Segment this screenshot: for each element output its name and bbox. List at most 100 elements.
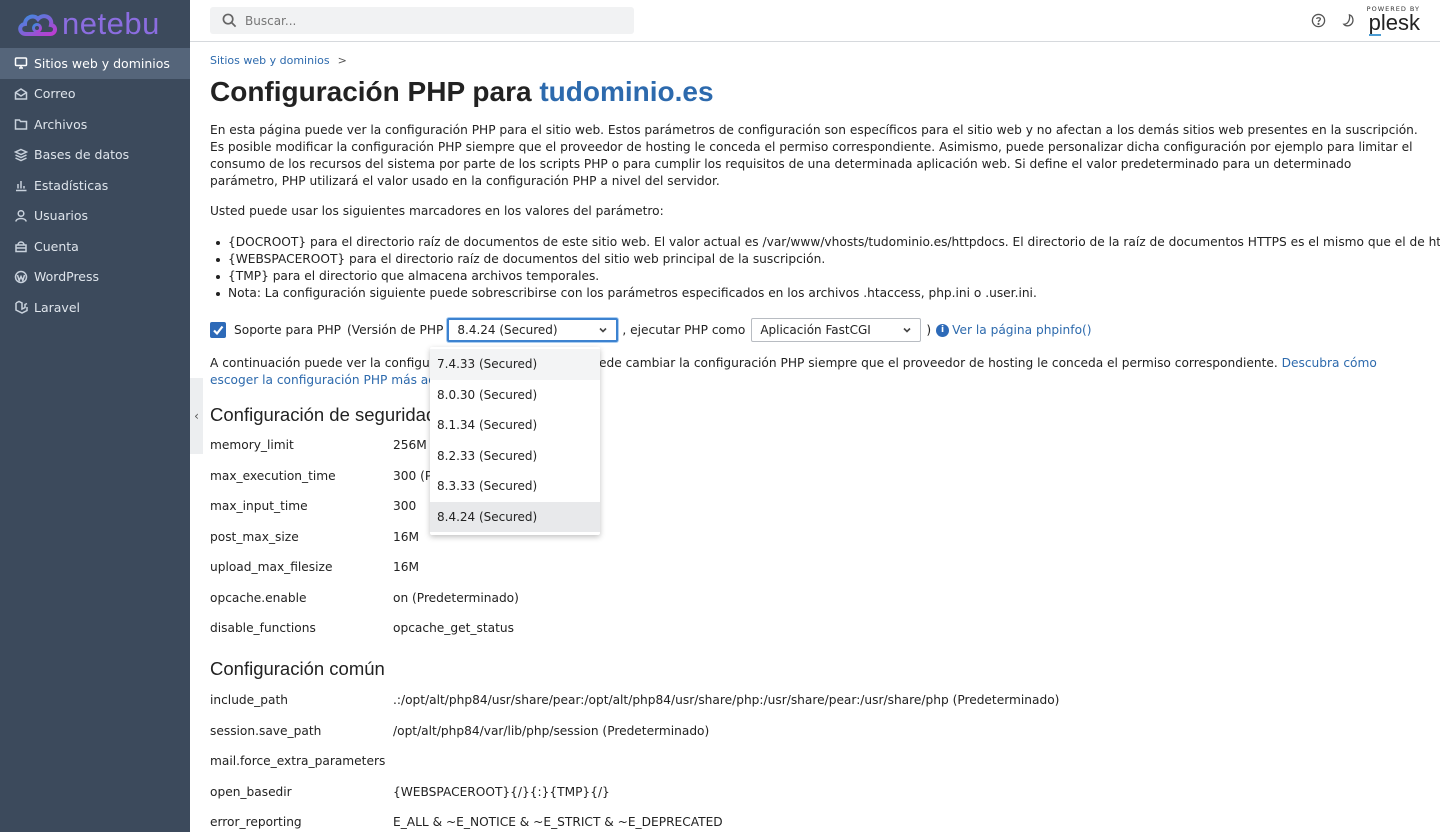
list-item: {TMP} para el directorio que almacena ar…	[210, 268, 1440, 285]
list-item: {WEBSPACEROOT} para el directorio raíz d…	[210, 251, 1440, 268]
intro-paragraph: En esta página puede ver la configuració…	[210, 123, 1418, 188]
page-title-prefix: Configuración PHP para	[210, 76, 540, 107]
sidebar-item-laravel[interactable]: Laravel	[0, 292, 190, 323]
php-handler-select[interactable]: Aplicación FastCGI	[751, 318, 922, 342]
chevron-down-icon	[599, 327, 607, 333]
sidebar-item-cuenta[interactable]: Cuenta	[0, 231, 190, 262]
sidebar-item-correo[interactable]: Correo	[0, 79, 190, 110]
sidebar-item-label: Laravel	[34, 299, 80, 315]
plesk-wordmark: plesk	[1368, 10, 1420, 35]
settings-row: session.save_path/opt/alt/php84/var/lib/…	[210, 724, 709, 738]
search-icon	[222, 13, 237, 28]
settings-row: include_path .:/opt/alt/php84/usr/share/p…	[210, 693, 1059, 707]
sidebar: netebu Sitios web y dominios Correo Archiv…	[0, 0, 190, 832]
plesk-logo: POWERED BY plesk	[1367, 5, 1420, 36]
setting-key: opcache.enable	[210, 590, 307, 605]
dark-mode-moon-icon[interactable]	[1341, 13, 1356, 28]
settings-note: A continuación puede ver la configuració…	[210, 355, 1422, 389]
php-support-row: Soporte para PHP (Versión de PHP 8.4.24 …	[210, 318, 1092, 342]
user-icon	[14, 209, 28, 223]
settings-row: upload_max_filesize 16M	[210, 560, 419, 574]
cloud-logo-icon	[18, 14, 57, 36]
php-version-option[interactable]: 8.0.30 (Secured)	[430, 380, 600, 411]
folder-icon	[14, 117, 28, 131]
breadcrumb: Sitios web y dominios >	[210, 54, 347, 67]
setting-key: max_input_time	[210, 499, 308, 513]
php-support-label: Soporte para PHP	[234, 323, 341, 337]
setting-key: session.save_path	[210, 723, 322, 738]
php-version-option[interactable]: 8.1.34 (Secured)	[430, 410, 600, 441]
php-version-select[interactable]: 8.4.24 (Secured)	[447, 318, 619, 342]
sidebar-item-label: Cuenta	[34, 238, 79, 254]
setting-key: memory_limit	[210, 438, 294, 452]
page-title: Configuración PHP para tudominio.es	[210, 76, 714, 108]
setting-key: error_reporting	[210, 815, 302, 829]
settings-row: error_reporting E_ALL & ~E_NOTICE & ~E_ST…	[210, 815, 723, 829]
settings-row: mail.force_extra_parameters	[210, 754, 393, 768]
database-icon	[14, 148, 28, 162]
sidebar-item-label: Estadísticas	[34, 177, 109, 193]
setting-value[interactable]: .:/opt/alt/php84/usr/share/pear:/opt/alt…	[393, 693, 1059, 707]
setting-value[interactable]: E_ALL & ~E_NOTICE & ~E_STRICT & ~E_DEPRE…	[393, 815, 723, 829]
settings-row: disable_functions opcache_get_status	[210, 621, 514, 635]
setting-value[interactable]: opcache_get_status	[393, 621, 514, 635]
monitor-icon	[14, 56, 28, 70]
sidebar-item-label: WordPress	[34, 269, 100, 285]
setting-key: disable_functions	[210, 621, 316, 635]
php-support-checkbox[interactable]	[210, 322, 226, 338]
run-as-label: , ejecutar PHP como	[622, 323, 746, 337]
settings-row: open_basedir {WEBSPACEROOT}{/}{:}{TMP}{/}	[210, 785, 610, 799]
placeholders-intro: Usted puede usar los siguientes marcador…	[210, 204, 664, 218]
php-version-option[interactable]: 7.4.33 (Secured)	[430, 349, 600, 380]
sidebar-item-estad-sticas[interactable]: Estadísticas	[0, 170, 190, 201]
setting-key: include_path	[210, 693, 288, 707]
setting-value[interactable]: 300	[393, 499, 416, 513]
setting-value[interactable]: 16M	[393, 560, 419, 574]
sidebar-item-sitios-web-y-dominios[interactable]: Sitios web y dominios	[0, 48, 190, 79]
mail-icon	[14, 87, 28, 101]
sidebar-item-label: Sitios web y dominios	[34, 55, 170, 71]
bar-chart-icon	[14, 178, 28, 192]
setting-key: open_basedir	[210, 784, 292, 799]
help-icon[interactable]	[1311, 13, 1326, 28]
list-item: Nota: La configuración siguiente puede s…	[210, 285, 1440, 302]
setting-value[interactable]: {WEBSPACEROOT}{/}{:}{TMP}{/}	[393, 785, 610, 799]
search-box[interactable]	[210, 7, 634, 34]
common-section-title: Configuración común	[210, 658, 385, 679]
setting-key: post_max_size	[210, 529, 299, 544]
php-version-option[interactable]: 8.2.33 (Secured)	[430, 441, 600, 472]
php-version-option[interactable]: 8.4.24 (Secured)	[430, 501, 600, 532]
phpinfo-link[interactable]: i Ver la página phpinfo()	[936, 323, 1092, 337]
php-version-option[interactable]: 8.3.33 (Secured)	[430, 471, 600, 502]
collapse-sidebar-button[interactable]: ‹	[190, 378, 203, 454]
brand-name: netebu	[62, 6, 160, 41]
chevron-left-icon: ‹	[194, 409, 199, 423]
setting-value[interactable]: /opt/alt/php84/var/lib/php/session (Pred…	[393, 724, 709, 738]
sidebar-item-label: Correo	[34, 86, 76, 102]
placeholders-list: {DOCROOT} para el directorio raíz de doc…	[210, 234, 1440, 302]
wordpress-icon	[14, 270, 28, 284]
setting-value[interactable]: on (Predeterminado)	[393, 591, 519, 605]
sidebar-item-label: Bases de datos	[34, 147, 130, 163]
setting-value[interactable]: 16M	[393, 530, 419, 544]
phpinfo-link-text: Ver la página phpinfo()	[952, 323, 1092, 337]
settings-row: post_max_size 16M	[210, 530, 419, 544]
settings-row: max_input_time 300	[210, 499, 416, 513]
top-header: POWERED BY plesk	[190, 0, 1440, 42]
brand-logo[interactable]: netebu	[0, 0, 190, 48]
php-handler-selected: Aplicación FastCGI	[760, 323, 871, 337]
sidebar-item-bases-de-datos[interactable]: Bases de datos	[0, 140, 190, 171]
sidebar-item-wordpress[interactable]: WordPress	[0, 262, 190, 293]
breadcrumb-link-websites[interactable]: Sitios web y dominios	[210, 54, 330, 67]
setting-key: mail.force_extra_parameters	[210, 754, 386, 768]
sidebar-item-usuarios[interactable]: Usuarios	[0, 201, 190, 232]
settings-note-text: A continuación puede ver la configuració…	[210, 356, 1282, 370]
list-item: {DOCROOT} para el directorio raíz de doc…	[210, 234, 1440, 251]
security-section-title: Configuración de seguridad	[210, 404, 437, 425]
sidebar-item-label: Archivos	[34, 116, 88, 132]
sidebar-item-archivos[interactable]: Archivos	[0, 109, 190, 140]
info-icon: i	[936, 323, 950, 337]
php-version-selected: 8.4.24 (Secured)	[457, 323, 558, 337]
settings-row: opcache.enable on (Predeterminado)	[210, 591, 519, 605]
search-input[interactable]	[245, 13, 625, 28]
